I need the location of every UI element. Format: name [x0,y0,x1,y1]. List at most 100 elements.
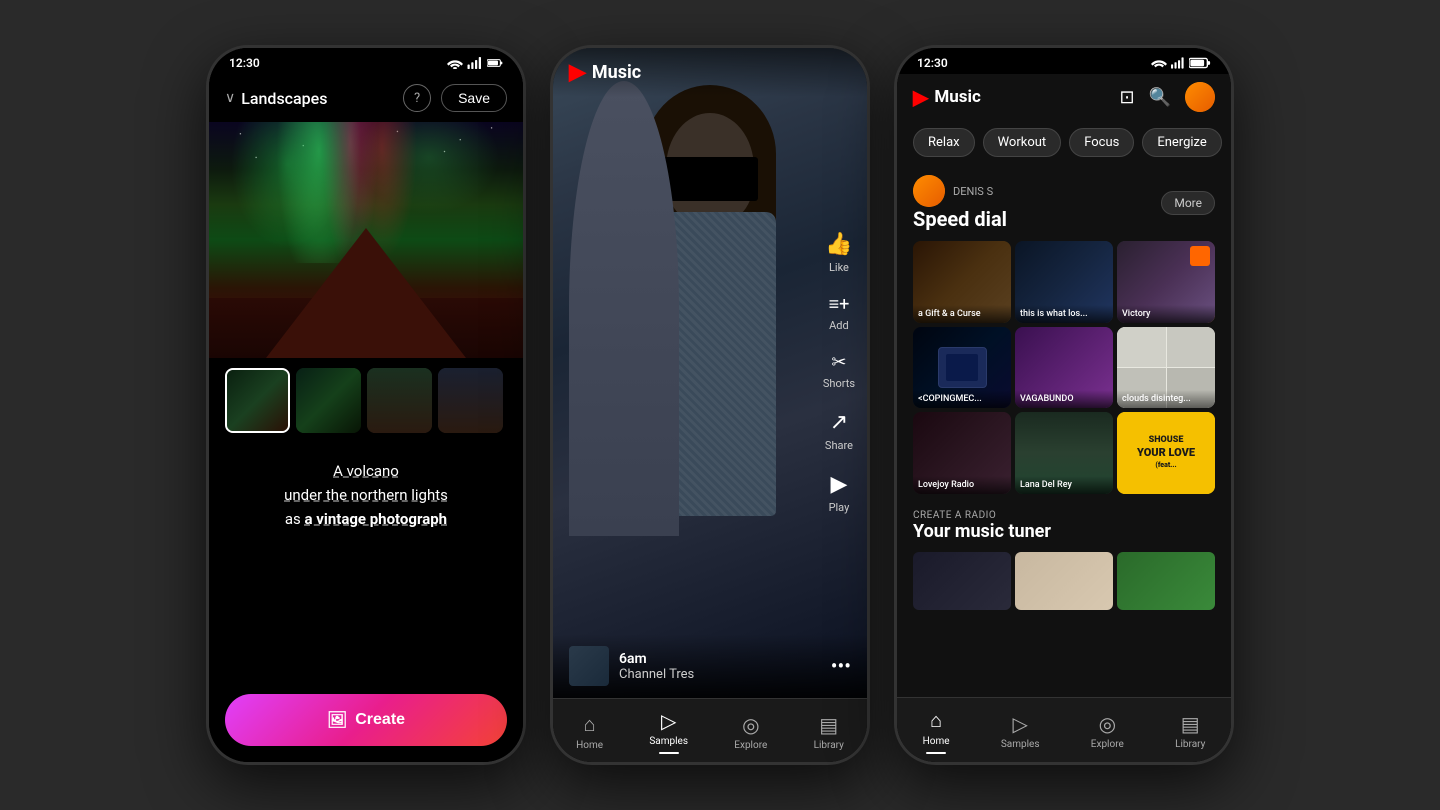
mood-pill-relax[interactable]: Relax [913,128,975,157]
card-victory-label: Victory [1122,309,1210,319]
wifi-icon [447,57,463,69]
help-button[interactable]: ? [403,84,431,112]
nav-bar-3: ⌂ Home ▷ Samples ◎ Explore ▤ Library [897,697,1231,762]
more-button[interactable]: ••• [831,654,851,678]
user-avatar-section [913,175,945,207]
samples-label-2: Samples [649,736,688,747]
signal-icon [467,57,483,69]
nav-explore-2[interactable]: ◎ Explore [734,713,767,751]
card-lana[interactable]: Lana Del Rey [1015,412,1113,494]
play-action[interactable]: ▶ Play [829,472,850,514]
phone1-header: ∨ Landscapes ? Save [209,74,523,122]
card-lovejoy[interactable]: Lovejoy Radio [913,412,1011,494]
samples-underline [659,752,679,754]
user-row: DENIS S [913,175,1007,207]
header-actions: ? Save [403,84,507,112]
home-icon-3: ⌂ [930,708,942,733]
card-lovejoy-label: Lovejoy Radio [918,480,1006,490]
nav-home-2[interactable]: ⌂ Home [576,712,603,751]
home-icon-2: ⌂ [584,712,596,737]
add-action[interactable]: ≡+ Add [829,294,850,332]
thumbnail-2[interactable] [296,368,361,433]
scroll-content[interactable]: DENIS S Speed dial More a Gift & a Curse [897,165,1231,697]
shouse-text: SHOUSEYOUR LOVE(feat... [1137,435,1195,470]
thumbnail-1[interactable] [225,368,290,433]
radio-section: CREATE A RADIO Your music tuner [897,500,1231,546]
bg-person [569,81,679,536]
cast-icon[interactable]: ⊡ [1119,87,1134,108]
song-time: 6am [619,651,821,667]
yt-music-logo-phone3: ▶ Music [913,85,981,109]
category-label: Landscapes [241,89,327,108]
like-action[interactable]: 👍 Like [825,232,852,274]
yt-music-logo-phone2: ▶ Music [569,60,641,85]
library-label-3: Library [1175,739,1205,750]
card-what-label: this is what los... [1020,309,1108,319]
card-clouds[interactable]: clouds disinteg... [1117,327,1215,409]
thumbnail-3[interactable] [367,368,432,433]
video-background [553,48,867,698]
nav-home-3[interactable]: ⌂ Home [923,708,950,754]
section-title: Speed dial [913,207,1007,231]
nav-samples-3[interactable]: ▷ Samples [1001,712,1040,750]
nav-library-2[interactable]: ▤ Library [814,713,844,751]
yt-icon-3: ▶ [913,85,928,109]
status-icons-3 [1151,57,1211,69]
mood-pill-focus[interactable]: Focus [1069,128,1134,157]
main-image [209,122,523,358]
phone-1: 12:30 ∨ Landscapes ? Save [206,45,526,765]
shorts-icon: ✂ [831,352,846,373]
user-avatar-header[interactable] [1185,82,1215,112]
save-button[interactable]: Save [441,84,507,112]
shorts-action[interactable]: ✂ Shorts [823,352,855,390]
prompt-line3-main: a vintage photograph [305,510,448,528]
user-section: DENIS S Speed dial [913,175,1007,231]
card-coping[interactable]: <COPINGMEC... [913,327,1011,409]
samples-icon-3: ▷ [1012,712,1027,736]
card-vagabundo[interactable]: VAGABUNDO [1015,327,1113,409]
header-icons-3: ⊡ 🔍 [1119,82,1215,112]
home-label-3: Home [923,736,950,747]
volcano [209,228,523,358]
card-gift[interactable]: a Gift & a Curse [913,241,1011,323]
phone-2: ▶ Music 👍 Like ≡+ Add ✂ [550,45,870,765]
play-icon: ▶ [830,472,847,497]
nav-explore-3[interactable]: ◎ Explore [1091,712,1124,750]
samples-icon-2: ▷ [661,709,676,733]
card-lana-label: Lana Del Rey [1020,480,1108,490]
samples-label-3: Samples [1001,739,1040,750]
signal-icon-3 [1171,57,1185,69]
search-icon-3[interactable]: 🔍 [1149,87,1171,108]
shorts-label: Shorts [823,377,855,390]
like-icon: 👍 [825,232,852,257]
add-label: Add [829,319,849,332]
share-action[interactable]: ↗ Share [825,410,853,452]
card-what[interactable]: this is what los... [1015,241,1113,323]
mood-pill-energize[interactable]: Energize [1142,128,1221,157]
nav-samples-2[interactable]: ▷ Samples [649,709,688,754]
status-icons-1 [447,57,503,69]
mood-pill-workout[interactable]: Workout [983,128,1062,157]
thumbnails [209,358,523,443]
prompt-line3-prefix: as [285,510,305,528]
card-victory[interactable]: Victory [1117,241,1215,323]
library-icon-3: ▤ [1181,712,1200,736]
card-shouse[interactable]: SHOUSEYOUR LOVE(feat... [1117,412,1215,494]
more-button-3[interactable]: More [1161,191,1215,215]
home-underline-3 [926,752,946,754]
status-time-1: 12:30 [229,56,260,70]
phones-container: 12:30 ∨ Landscapes ? Save [0,0,1440,810]
video-area[interactable]: ▶ Music 👍 Like ≡+ Add ✂ [553,48,867,698]
create-button[interactable]: 🖼 Create [225,694,507,746]
section-header: DENIS S Speed dial More [897,165,1231,235]
nav-library-3[interactable]: ▤ Library [1175,712,1205,750]
music-header: ▶ Music [553,48,867,97]
prompt-line2: under the northern lights [284,486,448,504]
battery-icon [487,57,503,69]
video-side-actions: 👍 Like ≡+ Add ✂ Shorts ↗ Share [823,232,855,514]
thumbnail-4[interactable] [438,368,503,433]
nav-bar-2: ⌂ Home ▷ Samples ◎ Explore ▤ Library [553,698,867,762]
youtube-icon: ▶ [569,60,586,85]
card-coping-label: <COPINGMEC... [918,394,1006,404]
radio-thumb-1 [913,552,1011,610]
